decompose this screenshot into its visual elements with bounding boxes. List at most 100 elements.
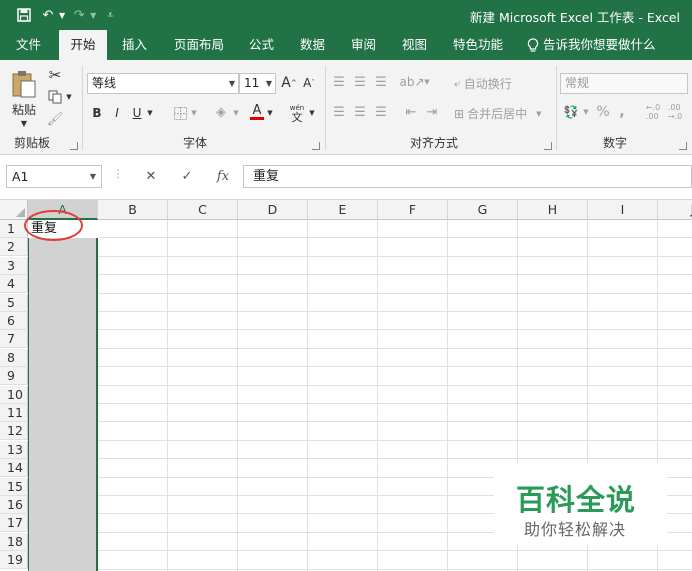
decrease-decimal-icon[interactable]: .00 →.0 bbox=[665, 103, 685, 121]
column-header-j[interactable]: J bbox=[658, 200, 692, 220]
phonetic-guide-icon[interactable]: wén 文 bbox=[287, 102, 307, 124]
enter-icon[interactable]: ✓ bbox=[169, 169, 205, 184]
copy-icon[interactable] bbox=[46, 88, 64, 106]
redo-dropdown-icon[interactable]: ▼ bbox=[90, 11, 96, 20]
wrap-text-button[interactable]: ⤶ 自动换行 bbox=[454, 75, 512, 92]
formula-input[interactable]: 重复 bbox=[243, 165, 692, 188]
currency-icon[interactable]: 💱 bbox=[561, 104, 581, 120]
column-header-f[interactable]: F bbox=[378, 200, 448, 220]
column-header-b[interactable]: B bbox=[98, 200, 168, 220]
row-header-14[interactable]: 14 bbox=[0, 459, 28, 478]
gridline-horizontal bbox=[28, 292, 692, 294]
column-header-e[interactable]: E bbox=[308, 200, 378, 220]
customize-qat-icon[interactable]: ⩡ bbox=[100, 5, 120, 25]
font-color-icon[interactable]: A bbox=[249, 102, 265, 122]
fill-color-dropdown-icon[interactable]: ▼ bbox=[231, 104, 241, 122]
undo-icon[interactable]: ↶ bbox=[38, 5, 58, 25]
row-header-18[interactable]: 18 bbox=[0, 532, 28, 551]
font-launcher-icon[interactable] bbox=[312, 142, 320, 150]
row-header-9[interactable]: 9 bbox=[0, 367, 28, 386]
merge-center-button[interactable]: ⊞ 合并后居中 ▼ bbox=[454, 105, 541, 122]
tab-home[interactable]: 开始 bbox=[59, 30, 107, 60]
cancel-icon[interactable]: ✕ bbox=[133, 169, 169, 184]
top-align-icon[interactable]: ☰ bbox=[330, 74, 348, 90]
tab-view[interactable]: 视图 bbox=[402, 30, 427, 60]
tab-formulas[interactable]: 公式 bbox=[249, 30, 274, 60]
row-header-17[interactable]: 17 bbox=[0, 514, 28, 533]
italic-button[interactable]: I bbox=[109, 104, 125, 122]
tell-me-box[interactable]: 告诉我你想要做什么 bbox=[527, 30, 656, 60]
decrease-indent-icon[interactable]: ⇤ bbox=[402, 104, 420, 120]
phonetic-dropdown-icon[interactable]: ▼ bbox=[307, 104, 317, 122]
name-box[interactable]: A1 ▼ bbox=[6, 165, 102, 188]
chevron-down-icon: ▼ bbox=[89, 172, 96, 181]
tab-review[interactable]: 审阅 bbox=[351, 30, 376, 60]
borders-icon[interactable] bbox=[171, 104, 189, 122]
column-header-h[interactable]: H bbox=[518, 200, 588, 220]
cut-icon[interactable]: ✂ bbox=[46, 66, 64, 84]
row-header-10[interactable]: 10 bbox=[0, 385, 28, 404]
font-size-select[interactable]: 11 ▼ bbox=[239, 73, 276, 94]
paste-icon[interactable] bbox=[8, 68, 40, 100]
increase-indent-icon[interactable]: ⇥ bbox=[423, 104, 441, 120]
row-header-4[interactable]: 4 bbox=[0, 275, 28, 294]
undo-dropdown-icon[interactable]: ▼ bbox=[59, 11, 65, 20]
alignment-launcher-icon[interactable] bbox=[544, 142, 552, 150]
align-left-icon[interactable]: ☰ bbox=[330, 104, 348, 120]
paste-dropdown-icon[interactable]: ▼ bbox=[17, 118, 31, 128]
align-center-icon[interactable]: ☰ bbox=[351, 104, 369, 120]
format-painter-icon[interactable]: 🖌 bbox=[46, 110, 64, 128]
tab-data[interactable]: 数据 bbox=[300, 30, 325, 60]
tab-file[interactable]: 文件 bbox=[16, 30, 41, 60]
paste-button[interactable]: 粘贴 bbox=[9, 100, 39, 118]
row-header-13[interactable]: 13 bbox=[0, 440, 28, 459]
row-header-6[interactable]: 6 bbox=[0, 312, 28, 330]
formula-bar-splitter[interactable]: ⋮ bbox=[113, 169, 123, 180]
increase-decimal-icon[interactable]: ←.0.00 bbox=[643, 103, 663, 121]
redo-icon[interactable]: ↷ bbox=[69, 5, 89, 25]
column-header-g[interactable]: G bbox=[448, 200, 518, 220]
column-header-c[interactable]: C bbox=[168, 200, 238, 220]
tab-special-features[interactable]: 特色功能 bbox=[453, 30, 503, 60]
align-right-icon[interactable]: ☰ bbox=[372, 104, 390, 120]
orientation-dropdown-icon[interactable]: ▼ bbox=[422, 74, 432, 90]
select-all-button[interactable] bbox=[0, 200, 28, 220]
row-header-5[interactable]: 5 bbox=[0, 293, 28, 312]
number-launcher-icon[interactable] bbox=[679, 142, 687, 150]
wrap-text-icon: ⤶ bbox=[454, 76, 461, 90]
row-header-15[interactable]: 15 bbox=[0, 477, 28, 496]
row-header-11[interactable]: 11 bbox=[0, 404, 28, 422]
orientation-icon[interactable]: ab↗ bbox=[399, 74, 424, 90]
row-header-19[interactable]: 19 bbox=[0, 551, 28, 570]
fill-color-icon[interactable]: ◈ bbox=[211, 102, 231, 122]
bottom-align-icon[interactable]: ☰ bbox=[372, 74, 390, 90]
tab-page-layout[interactable]: 页面布局 bbox=[174, 30, 224, 60]
middle-align-icon[interactable]: ☰ bbox=[351, 74, 369, 90]
column-header-d[interactable]: D bbox=[238, 200, 308, 220]
copy-dropdown-icon[interactable]: ▼ bbox=[64, 90, 74, 104]
row-header-12[interactable]: 12 bbox=[0, 422, 28, 441]
name-box-value: A1 bbox=[12, 169, 29, 184]
comma-style-button[interactable]: , bbox=[615, 104, 629, 120]
font-name-select[interactable]: 等线 ▼ bbox=[87, 73, 239, 94]
currency-dropdown-icon[interactable]: ▼ bbox=[581, 104, 591, 120]
borders-dropdown-icon[interactable]: ▼ bbox=[189, 104, 199, 122]
increase-font-icon[interactable]: A ^ bbox=[280, 74, 298, 92]
row-header-2[interactable]: 2 bbox=[0, 238, 28, 257]
insert-function-icon[interactable]: fx bbox=[205, 169, 241, 184]
number-format-select[interactable]: 常规 bbox=[560, 73, 688, 94]
save-icon[interactable] bbox=[14, 5, 34, 25]
underline-button[interactable]: U bbox=[129, 104, 145, 122]
row-header-7[interactable]: 7 bbox=[0, 330, 28, 349]
row-header-16[interactable]: 16 bbox=[0, 496, 28, 514]
row-header-8[interactable]: 8 bbox=[0, 348, 28, 367]
column-header-i[interactable]: I bbox=[588, 200, 658, 220]
decrease-font-icon[interactable]: Aˇ bbox=[300, 74, 318, 92]
underline-dropdown-icon[interactable]: ▼ bbox=[145, 104, 155, 122]
font-color-dropdown-icon[interactable]: ▼ bbox=[265, 104, 275, 122]
percent-style-button[interactable]: % bbox=[595, 104, 611, 120]
tab-insert[interactable]: 插入 bbox=[122, 30, 147, 60]
bold-button[interactable]: B bbox=[89, 104, 105, 122]
clipboard-launcher-icon[interactable] bbox=[70, 142, 78, 150]
row-header-3[interactable]: 3 bbox=[0, 256, 28, 275]
